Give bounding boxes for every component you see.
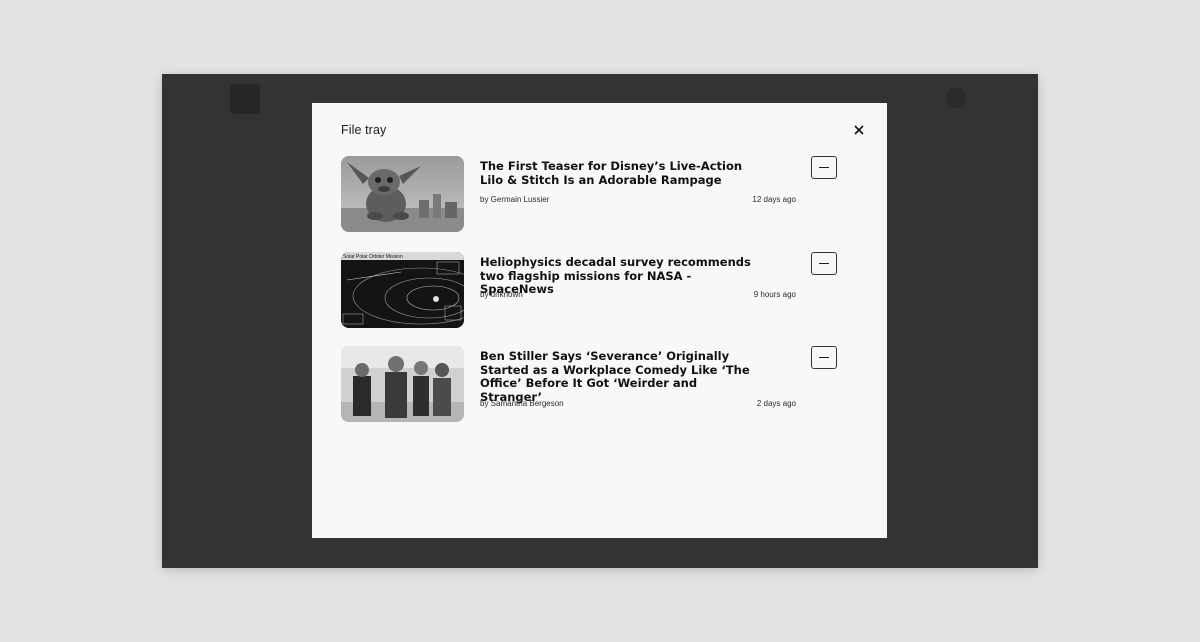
thumbnail-caption: Solar Polar Orbiter Mission — [343, 254, 403, 260]
item-thumbnail[interactable]: Solar Polar Orbiter Mission — [341, 252, 464, 328]
close-icon — [854, 125, 864, 135]
close-button[interactable] — [850, 121, 868, 139]
item-author: by Germain Lussier — [480, 195, 550, 204]
item-thumbnail[interactable] — [341, 346, 464, 422]
file-tray-item[interactable]: The First Teaser for Disney’s Live-Actio… — [341, 156, 841, 234]
remove-item-button[interactable] — [811, 346, 837, 369]
item-author: by unknown — [480, 290, 523, 299]
modal-title: File tray — [341, 123, 387, 137]
minus-icon — [819, 357, 829, 358]
item-timestamp: 9 hours ago — [753, 290, 796, 299]
item-thumbnail[interactable] — [341, 156, 464, 232]
item-author: by Samantha Bergeson — [480, 399, 564, 408]
remove-item-button[interactable] — [811, 252, 837, 275]
item-timestamp: 2 days ago — [756, 399, 796, 408]
minus-icon — [819, 167, 829, 168]
app-logo — [230, 84, 260, 114]
avatar — [946, 88, 966, 108]
orbit-diagram: Solar Polar Orbiter Mission — [341, 252, 464, 328]
item-title[interactable]: Ben Stiller Says ‘Severance’ Originally … — [480, 349, 755, 404]
minus-icon — [819, 263, 829, 264]
stitch-photo — [341, 156, 464, 232]
item-title[interactable]: The First Teaser for Disney’s Live-Actio… — [480, 159, 755, 187]
file-tray-modal: File tray The First Teaser for Disney’s … — [312, 103, 887, 538]
remove-item-button[interactable] — [811, 156, 837, 179]
severance-cast-photo — [341, 346, 464, 422]
file-tray-item[interactable]: Solar Polar Orbiter Mission Heliophysics… — [341, 252, 841, 330]
file-tray-item[interactable]: Ben Stiller Says ‘Severance’ Originally … — [341, 346, 841, 424]
item-timestamp: 12 days ago — [752, 195, 796, 204]
